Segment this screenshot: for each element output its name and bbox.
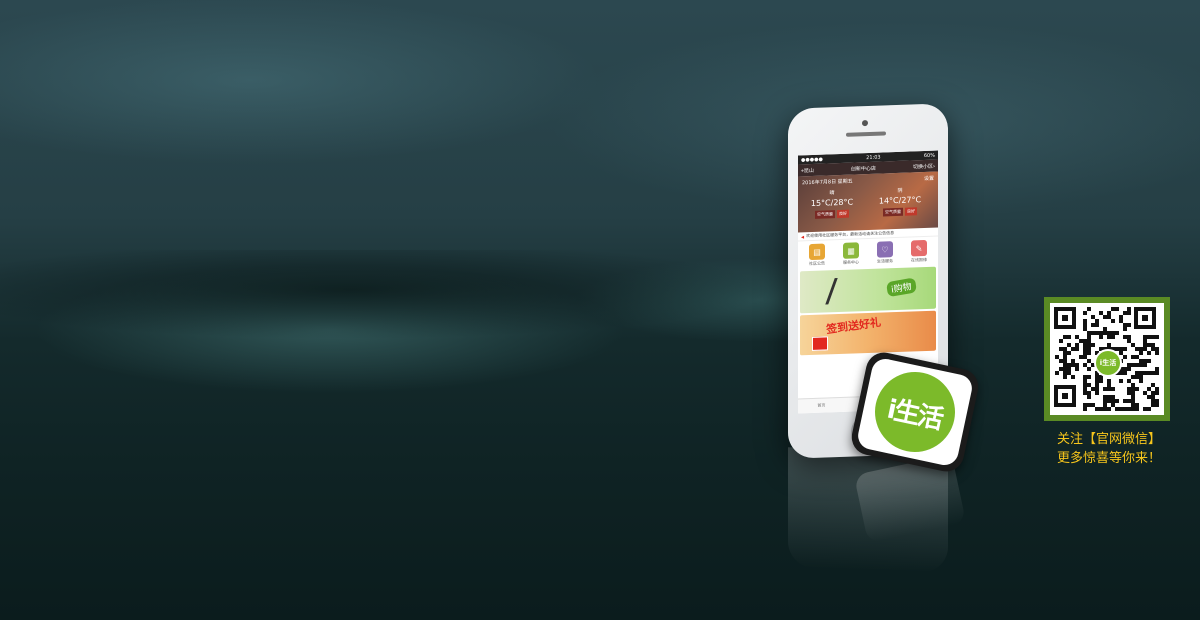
location-button[interactable]: ⌖昆山 [801,166,814,173]
icon-label: 服务中心 [843,259,859,265]
signal-icon: ●●●●● [801,156,823,163]
icon-label: 社区公告 [809,260,825,267]
community-notice-button[interactable]: ▤ 社区公告 [802,243,832,267]
icon-label: 在线报修 [911,256,927,263]
chevron-right-icon: › [933,163,935,170]
weather-date: 2016年7月8日 星期五 [802,178,853,187]
weather-settings-link[interactable]: 设置 [924,175,934,182]
qr-finder-pattern [1134,307,1156,329]
store-title: 创新中心店 [850,165,876,173]
status-time: 21:03 [866,154,881,161]
tab-home[interactable]: 首页 [817,402,825,408]
notice-board-icon: ▤ [809,243,825,261]
weather-temperature: 15°C/28°C [810,197,854,208]
service-icons-row: ▤ 社区公告 ▦ 服务中心 ♡ 生活服务 ✎ 在线报修 [798,237,938,270]
life-services-button[interactable]: ♡ 生活服务 [870,241,900,265]
air-quality-value: 良好 [837,209,849,219]
speaker-grille [846,131,886,137]
gift-box-icon [812,336,828,351]
icon-label: 生活服务 [877,258,893,264]
camera-icon [862,120,868,127]
air-quality-label: 空气质量 [883,207,903,217]
megaphone-icon: ◀ [801,233,805,239]
qr-finder-pattern [1054,307,1076,329]
qr-caption-line2: 更多惊喜等你来！ [1056,451,1161,466]
runner-illustration [825,277,860,305]
qr-caption: 关注【官网微信】 更多惊喜等你来！ [1044,430,1174,468]
wechat-qr-code: i生活 [1044,297,1170,421]
weather-temperature: 14°C/27°C [878,195,922,206]
weather-condition: 阴 [897,187,903,194]
air-quality-label: 空气质量 [815,210,835,219]
qr-center-logo: i生活 [1094,349,1122,377]
weather-tomorrow: 阴 14°C/27°C 空气质量 良好 [870,186,930,217]
weather-panel: 2016年7月8日 星期五 设置 晴 15°C/28°C 空气质量 良好 阴 1… [798,171,938,233]
background-hill-shadow [0,250,1200,370]
switch-community-button[interactable]: 切换小区› [913,162,935,170]
shopping-banner-title: i购物 [886,277,917,298]
shopping-banner[interactable]: i购物 [800,266,936,314]
checkin-gift-banner[interactable]: 签到送好礼 [800,310,936,356]
document-icon: ✎ [911,239,927,257]
weather-condition: 晴 [829,190,835,197]
location-label: 昆山 [803,167,814,174]
app-logo: i生活 [867,364,963,460]
switch-community-label: 切换小区 [912,163,933,170]
air-quality-value: 良好 [905,207,917,216]
qr-caption-line1: 关注【官网微信】 [1056,432,1161,447]
weather-today: 晴 15°C/28°C 空气质量 良好 [802,188,862,219]
checkin-banner-title: 签到送好礼 [825,315,882,337]
battery-level: 60% [923,152,935,159]
store-icon: ▦ [843,242,859,259]
qr-finder-pattern [1054,385,1076,407]
heart-icon: ♡ [877,241,893,258]
service-center-button[interactable]: ▦ 服务中心 [836,242,866,266]
online-repair-button[interactable]: ✎ 在线报修 [904,239,934,264]
